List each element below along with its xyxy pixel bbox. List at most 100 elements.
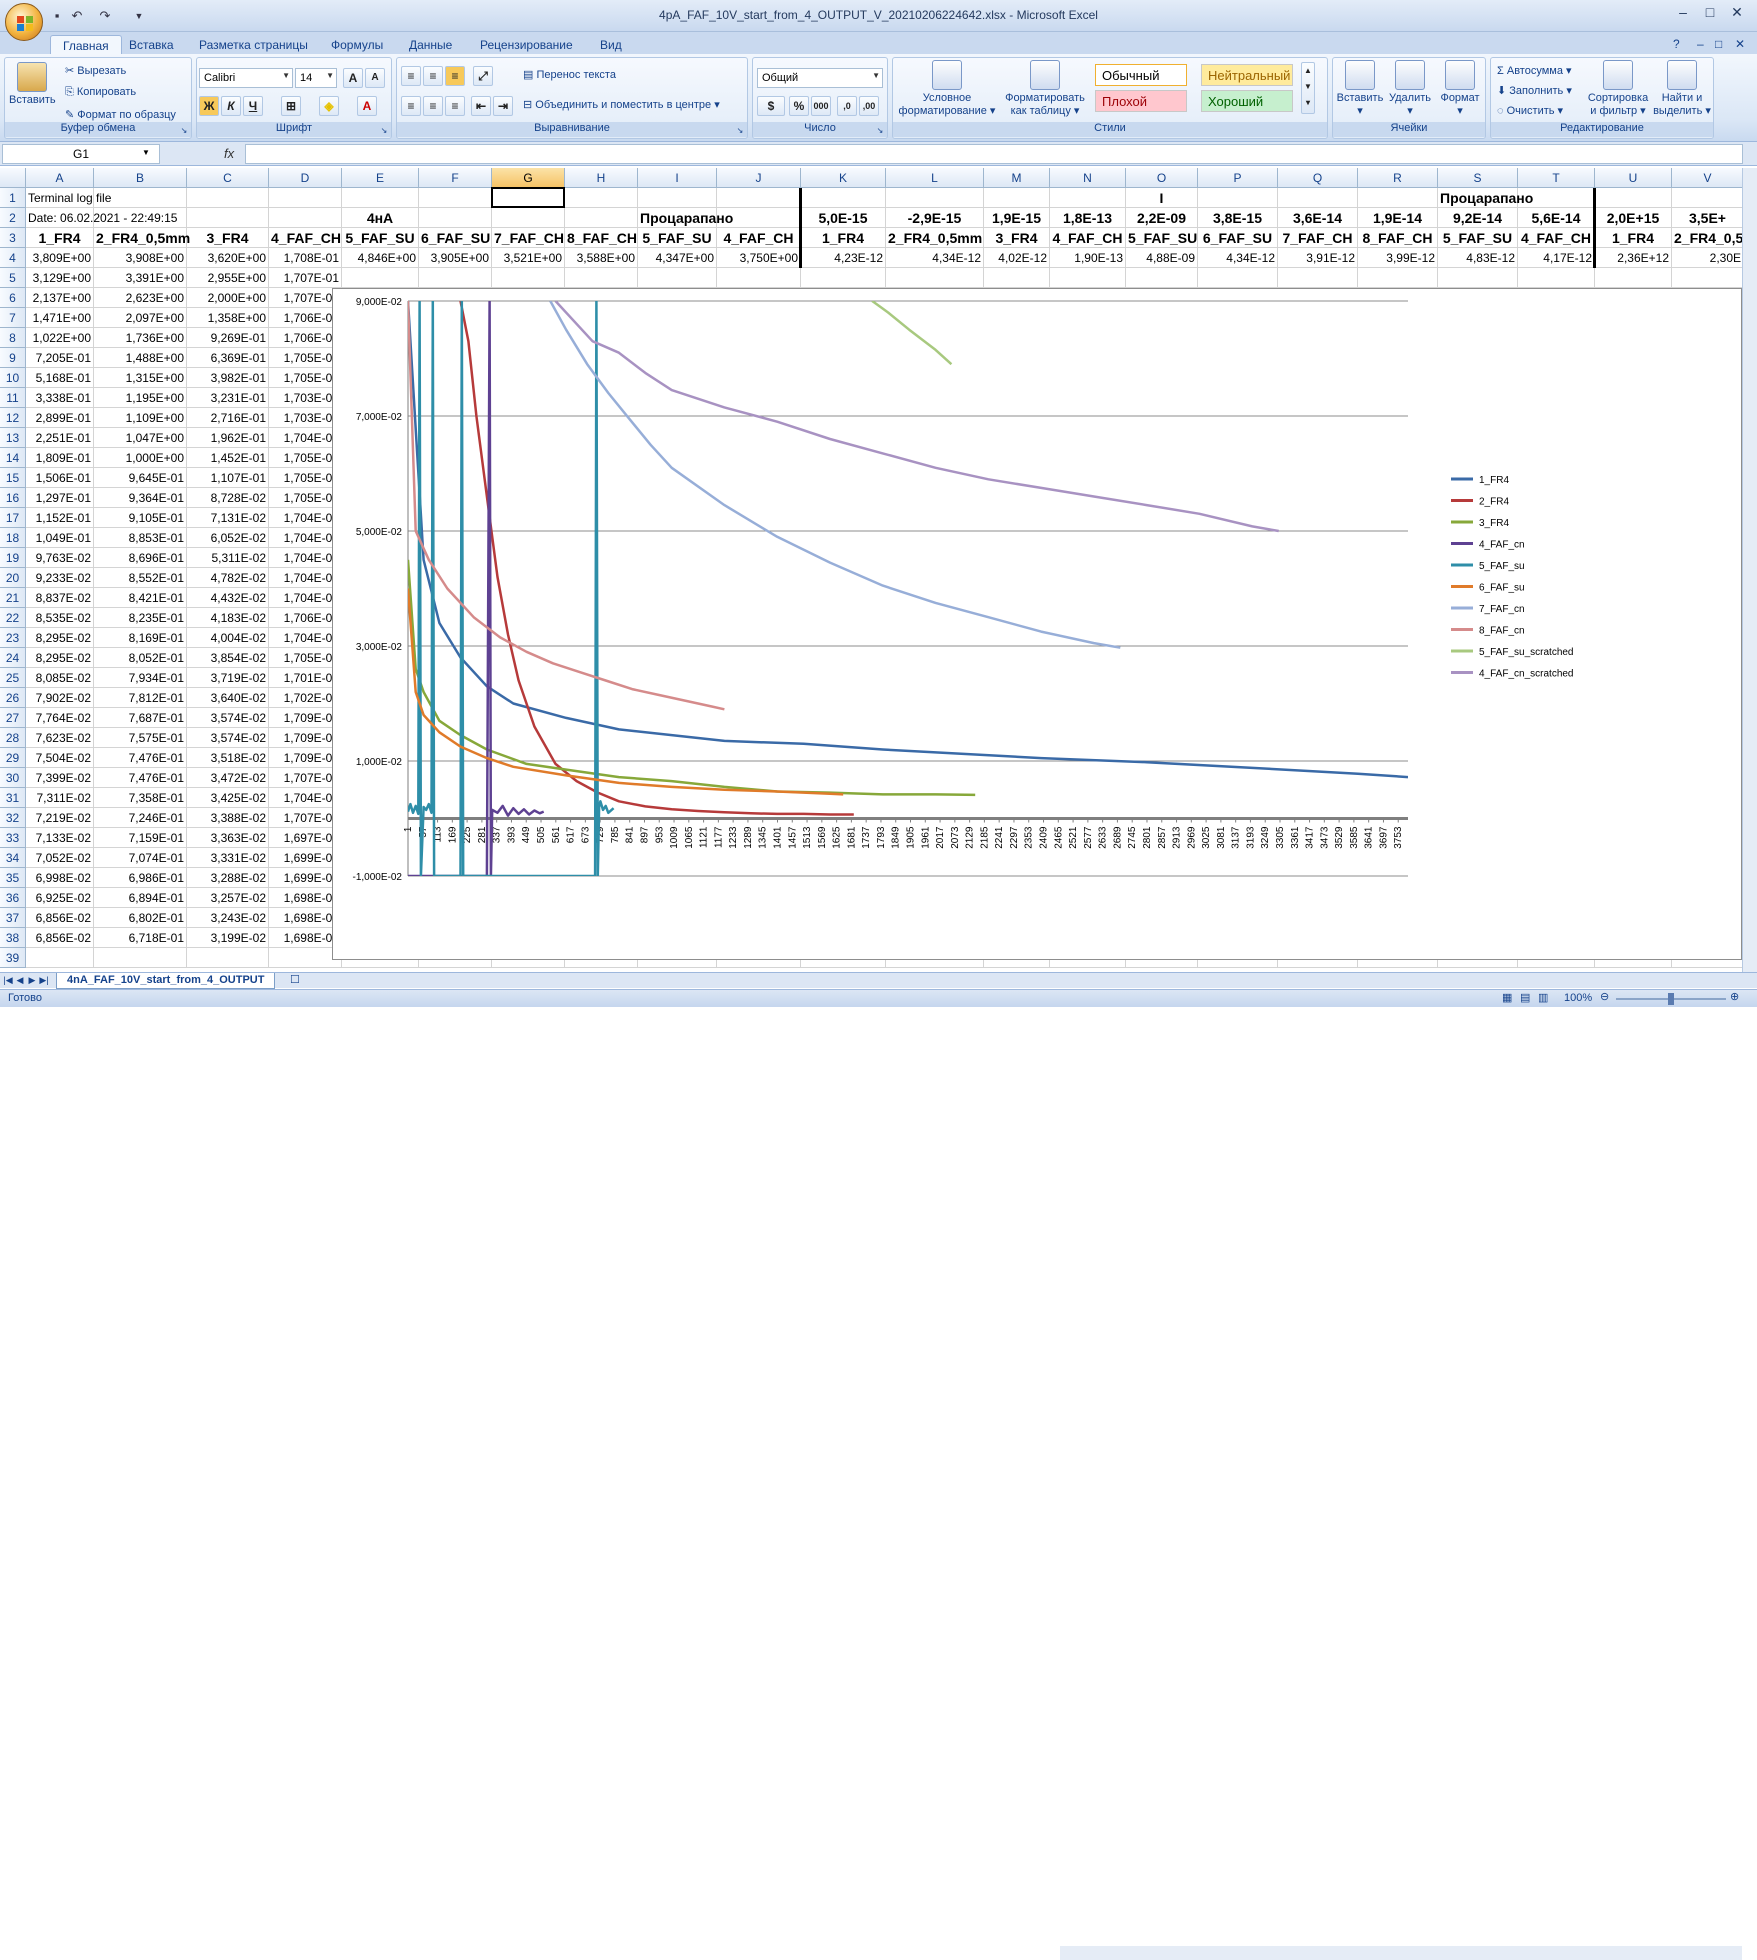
cell[interactable] xyxy=(1595,268,1672,288)
new-sheet-icon[interactable]: ☐ xyxy=(290,973,300,986)
align-center-icon[interactable]: ≡ xyxy=(423,96,443,116)
column-header-i[interactable]: I xyxy=(638,168,717,188)
font-name-combo[interactable]: Calibri ▼ xyxy=(199,68,293,88)
cell[interactable] xyxy=(638,188,717,208)
zoom-level[interactable]: 100% xyxy=(1564,992,1592,1004)
maximize-button[interactable]: □ xyxy=(1697,2,1723,22)
cell[interactable] xyxy=(94,948,187,968)
insert-cells-button[interactable]: Вставить ▾ xyxy=(1335,60,1385,118)
currency-icon[interactable]: $ xyxy=(757,96,785,116)
cell[interactable] xyxy=(1050,188,1126,208)
row-header[interactable]: 27 xyxy=(0,708,26,728)
fill-color-icon[interactable]: ◈ xyxy=(319,96,339,116)
cell[interactable] xyxy=(1358,188,1438,208)
cell[interactable] xyxy=(717,268,801,288)
style-good[interactable]: Хороший xyxy=(1201,90,1293,112)
row-header[interactable]: 20 xyxy=(0,568,26,588)
cell[interactable] xyxy=(187,208,269,228)
column-header-g[interactable]: G xyxy=(492,168,565,188)
cell[interactable] xyxy=(187,188,269,208)
cell[interactable] xyxy=(419,268,492,288)
row-header[interactable]: 12 xyxy=(0,408,26,428)
cell[interactable] xyxy=(1672,268,1742,288)
clipboard-launcher-icon[interactable]: ↘ xyxy=(179,126,189,136)
column-header-l[interactable]: L xyxy=(886,168,984,188)
row-header[interactable]: 33 xyxy=(0,828,26,848)
vertical-scrollbar[interactable] xyxy=(1742,168,1757,972)
grow-font-icon[interactable]: A xyxy=(343,68,363,88)
shrink-font-icon[interactable]: A xyxy=(365,68,385,88)
tab-view[interactable]: Вид xyxy=(588,35,634,55)
row-header[interactable]: 5 xyxy=(0,268,26,288)
cell[interactable] xyxy=(1198,268,1278,288)
cell[interactable] xyxy=(1595,188,1672,208)
page-break-view-icon[interactable]: ▥ xyxy=(1538,991,1548,1004)
cell[interactable] xyxy=(801,268,886,288)
tab-formulas[interactable]: Формулы xyxy=(319,35,395,55)
row-header[interactable]: 26 xyxy=(0,688,26,708)
tab-home[interactable]: Главная xyxy=(50,35,122,55)
row-header[interactable]: 18 xyxy=(0,528,26,548)
cell[interactable] xyxy=(565,188,638,208)
underline-button[interactable]: Ч xyxy=(243,96,263,116)
tab-page-layout[interactable]: Разметка страницы xyxy=(187,35,320,55)
cell[interactable] xyxy=(801,188,886,208)
cell[interactable] xyxy=(187,948,269,968)
cell[interactable] xyxy=(492,268,565,288)
merge-center-button[interactable]: ⊟ Объединить и поместить в центре ▾ xyxy=(523,98,720,111)
align-right-icon[interactable]: ≡ xyxy=(445,96,465,116)
first-sheet-icon[interactable]: |◀ xyxy=(2,974,14,987)
office-button[interactable] xyxy=(5,3,43,41)
row-header[interactable]: 30 xyxy=(0,768,26,788)
percent-icon[interactable]: % xyxy=(789,96,809,116)
cell[interactable] xyxy=(342,268,419,288)
cell[interactable] xyxy=(886,268,984,288)
cell[interactable] xyxy=(419,188,492,208)
number-format-combo[interactable]: Общий ▼ xyxy=(757,68,883,88)
row-header[interactable]: 24 xyxy=(0,648,26,668)
font-color-icon[interactable]: A xyxy=(357,96,377,116)
row-header[interactable]: 15 xyxy=(0,468,26,488)
name-box[interactable]: G1 xyxy=(2,144,160,164)
align-top-icon[interactable]: ≡ xyxy=(401,66,421,86)
increase-decimal-icon[interactable]: ,0 xyxy=(837,96,857,116)
thousands-icon[interactable]: 000 xyxy=(811,96,831,116)
row-header[interactable]: 17 xyxy=(0,508,26,528)
cell[interactable] xyxy=(492,208,565,228)
row-header[interactable]: 10 xyxy=(0,368,26,388)
column-header-p[interactable]: P xyxy=(1198,168,1278,188)
row-header[interactable]: 4 xyxy=(0,248,26,268)
row-header[interactable]: 36 xyxy=(0,888,26,908)
cell[interactable] xyxy=(886,188,984,208)
wrap-text-button[interactable]: ▤ Перенос текста xyxy=(523,68,616,81)
sheet-tab[interactable]: 4nA_FAF_10V_start_from_4_OUTPUT xyxy=(56,973,276,989)
style-bad[interactable]: Плохой xyxy=(1095,90,1187,112)
tab-review[interactable]: Рецензирование xyxy=(468,35,585,55)
column-header-n[interactable]: N xyxy=(1050,168,1126,188)
cell[interactable] xyxy=(342,188,419,208)
row-header[interactable]: 37 xyxy=(0,908,26,928)
last-sheet-icon[interactable]: ▶| xyxy=(38,974,50,987)
name-box-dropdown-icon[interactable]: ▼ xyxy=(142,148,150,157)
ribbon-minimize-icon[interactable]: – xyxy=(1697,37,1704,51)
font-size-combo[interactable]: 14 ▼ xyxy=(295,68,337,88)
paste-button[interactable]: Вставить xyxy=(9,62,56,107)
column-header-c[interactable]: C xyxy=(187,168,269,188)
cut-button[interactable]: ✂ Вырезать xyxy=(65,64,126,77)
cell[interactable] xyxy=(1050,268,1126,288)
column-header-k[interactable]: K xyxy=(801,168,886,188)
tab-insert[interactable]: Вставка xyxy=(117,35,186,55)
row-header[interactable]: 39 xyxy=(0,948,26,968)
row-header[interactable]: 16 xyxy=(0,488,26,508)
copy-button[interactable]: ⎘ Копировать xyxy=(65,86,136,99)
bold-button[interactable]: Ж xyxy=(199,96,219,116)
cell[interactable] xyxy=(1198,188,1278,208)
fill-button[interactable]: ⬇ Заполнить ▾ xyxy=(1497,84,1572,97)
row-header[interactable]: 11 xyxy=(0,388,26,408)
select-all-corner[interactable] xyxy=(0,168,26,188)
decrease-decimal-icon[interactable]: ,00 xyxy=(859,96,879,116)
minimize-button[interactable]: – xyxy=(1670,2,1696,22)
line-chart[interactable]: 9,000E-02 7,000E-02 5,000E-02 3,000E-02 1,00… xyxy=(332,288,1742,960)
formula-input[interactable] xyxy=(245,144,1743,164)
alignment-launcher-icon[interactable]: ↘ xyxy=(735,126,745,136)
